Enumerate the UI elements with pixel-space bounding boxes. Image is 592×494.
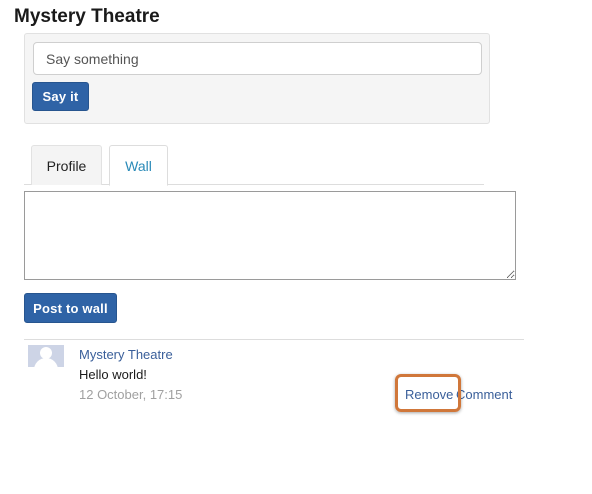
- post-author-link[interactable]: Mystery Theatre: [79, 347, 173, 362]
- tab-wall[interactable]: Wall: [109, 145, 168, 186]
- post-text: Hello world!: [79, 367, 147, 382]
- status-update-panel: Say it: [24, 33, 490, 124]
- profile-tabs: Profile Wall: [24, 145, 484, 186]
- post-divider: [24, 339, 524, 340]
- status-input[interactable]: [33, 42, 482, 75]
- wall-post-textarea[interactable]: [24, 191, 516, 280]
- say-it-button[interactable]: Say it: [32, 82, 89, 111]
- tab-profile[interactable]: Profile: [31, 145, 102, 185]
- comment-link[interactable]: Comment: [456, 387, 512, 402]
- post-to-wall-button[interactable]: Post to wall: [24, 293, 117, 323]
- post-timestamp: 12 October, 17:15: [79, 387, 183, 402]
- remove-link[interactable]: Remove: [405, 387, 453, 402]
- page-title: Mystery Theatre: [14, 6, 160, 27]
- user-silhouette-icon: [28, 345, 64, 367]
- avatar-shoulders-shape: [34, 358, 58, 367]
